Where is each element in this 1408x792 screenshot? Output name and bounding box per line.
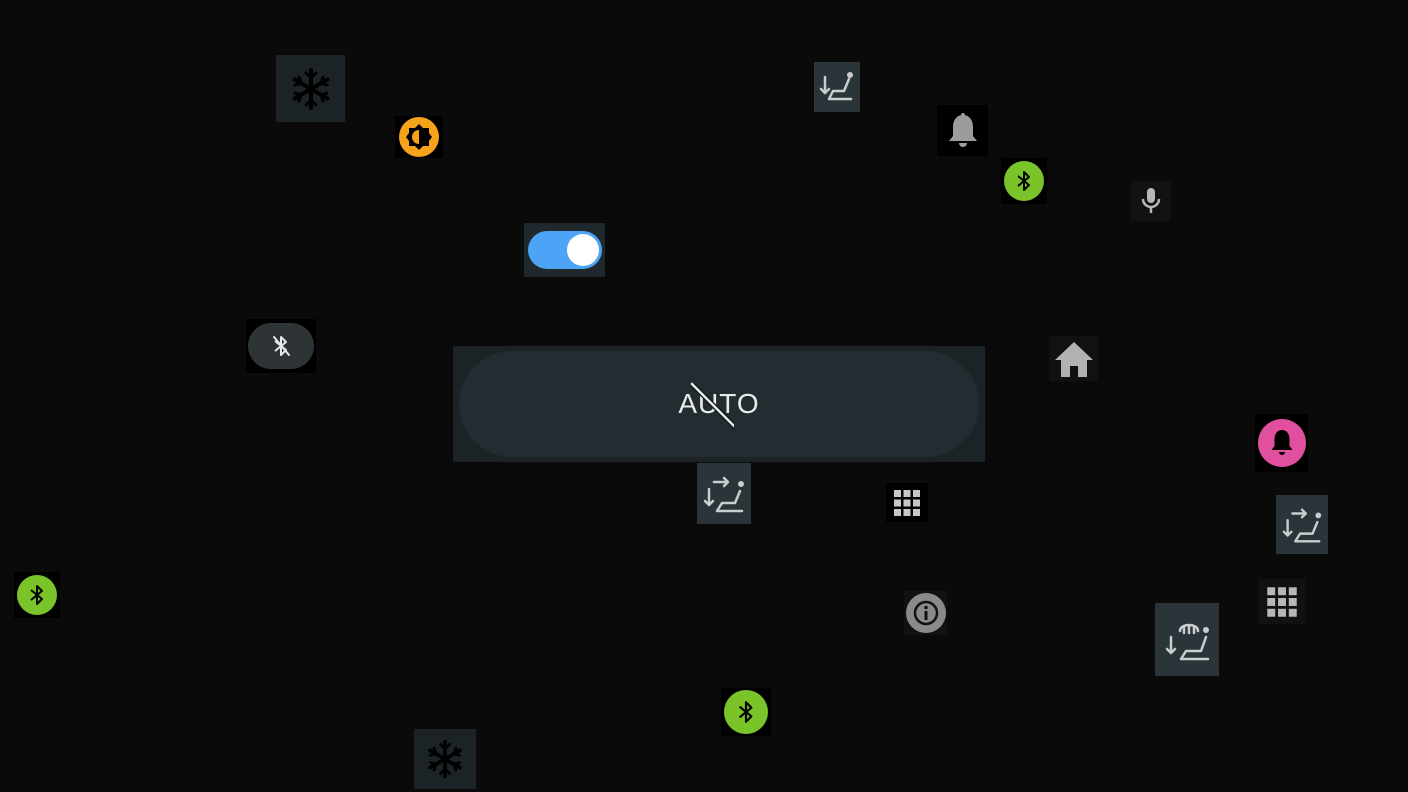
bluetooth-button-left[interactable] — [14, 572, 60, 618]
info-button[interactable] — [904, 591, 947, 635]
snowflake-icon — [289, 67, 333, 111]
seat-airflow-both-icon — [700, 469, 748, 519]
ac-snowflake-button-bottom[interactable] — [414, 729, 476, 789]
microphone-button[interactable] — [1131, 181, 1171, 221]
auto-climate-panel: AUTO — [453, 346, 985, 462]
toggle-track — [527, 231, 602, 269]
auto-label-wrap: AUTO — [678, 382, 759, 430]
info-icon — [905, 593, 946, 633]
apps-grid-button-right[interactable] — [1258, 579, 1305, 624]
seat-airflow-both-button-right[interactable] — [1276, 495, 1328, 554]
notifications-button[interactable] — [937, 105, 988, 156]
seat-airflow-down-icon — [817, 67, 857, 107]
brightness-button[interactable] — [395, 116, 443, 158]
home-button[interactable] — [1049, 336, 1098, 381]
bluetooth-off-icon — [248, 323, 314, 369]
bluetooth-icon — [17, 575, 57, 615]
seat-airflow-both-icon — [1279, 501, 1325, 549]
auto-off-slash-icon — [691, 382, 735, 430]
seat-defrost-button[interactable] — [1155, 603, 1219, 676]
microphone-icon — [1139, 186, 1163, 216]
seat-airflow-both-button[interactable] — [697, 463, 751, 524]
seat-airflow-down-button[interactable] — [814, 62, 860, 112]
apps-grid-icon — [1265, 585, 1299, 619]
seat-defrost-icon — [1160, 611, 1214, 669]
notifications-alert-button[interactable] — [1255, 414, 1308, 472]
brightness-icon — [399, 117, 439, 157]
bluetooth-icon — [1004, 161, 1044, 201]
bell-icon — [946, 112, 980, 150]
bluetooth-icon — [724, 690, 768, 734]
bell-pink-icon — [1257, 419, 1306, 467]
bluetooth-button-top[interactable] — [1001, 158, 1047, 204]
ac-snowflake-button[interactable] — [276, 55, 345, 122]
auto-button[interactable]: AUTO — [459, 351, 979, 457]
apps-grid-button[interactable] — [886, 483, 928, 522]
grid-icon — [892, 488, 922, 518]
bluetooth-button-bottom[interactable] — [721, 688, 771, 736]
toggle-knob — [566, 234, 599, 266]
home-icon — [1052, 339, 1096, 379]
snowflake-icon — [425, 739, 465, 779]
bluetooth-off-button[interactable] — [246, 319, 316, 373]
toggle-switch[interactable] — [524, 223, 605, 277]
